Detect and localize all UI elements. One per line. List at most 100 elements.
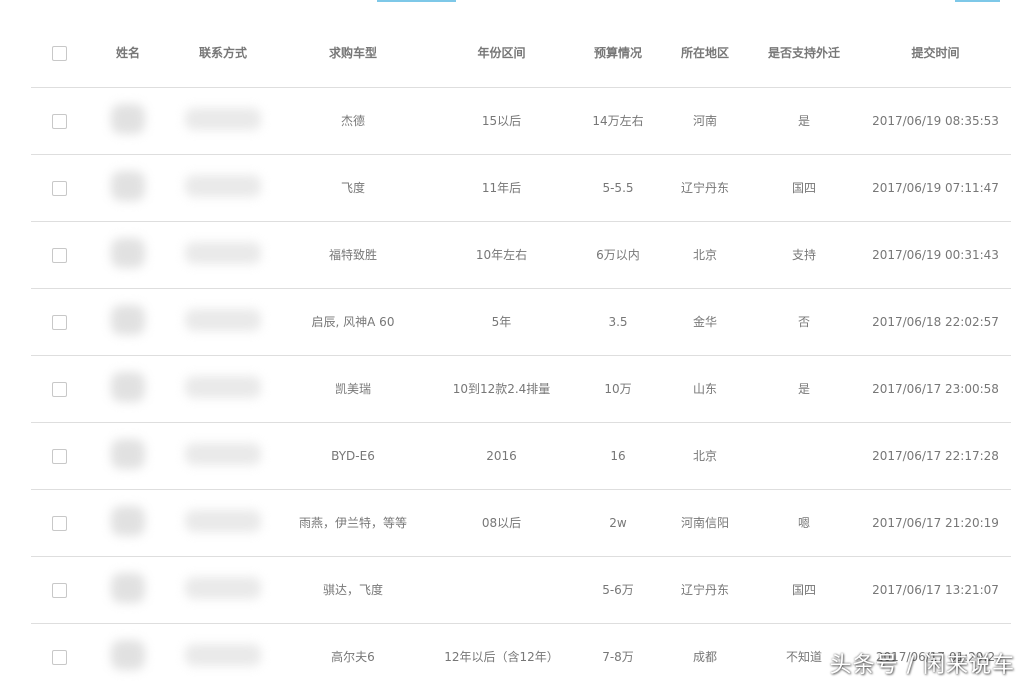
blurred-contact: [185, 375, 261, 398]
row-checkbox[interactable]: [51, 582, 67, 598]
cell-submit-time: 2017/06/18 22:02:57: [860, 288, 1011, 356]
header-car-model[interactable]: 求购车型: [277, 20, 429, 88]
top-tab-indicator-right: [955, 0, 1000, 2]
cell-region: 北京: [662, 221, 748, 289]
row-checkbox[interactable]: [51, 113, 67, 129]
select-all-checkbox[interactable]: [51, 46, 67, 61]
cell-year-range: [429, 556, 574, 624]
blurred-contact: [185, 643, 261, 666]
table-row[interactable]: 雨燕，伊兰特，等等 08以后 2w 河南信阳 嗯 2017/06/17 21:2…: [31, 489, 1011, 557]
blurred-name: [111, 103, 145, 134]
cell-region: 河南信阳: [662, 489, 748, 557]
cell-car-model: BYD-E6: [277, 422, 429, 490]
cell-region: 山东: [662, 355, 748, 423]
blurred-contact: [185, 241, 261, 264]
row-checkbox[interactable]: [51, 247, 67, 263]
blurred-contact: [185, 442, 261, 465]
header-budget[interactable]: 预算情况: [574, 20, 662, 88]
table-row[interactable]: 飞度 11年后 5-5.5 辽宁丹东 国四 2017/06/19 07:11:4…: [31, 154, 1011, 222]
cell-migration: 嗯: [748, 489, 860, 557]
row-checkbox[interactable]: [51, 180, 67, 196]
cell-budget: 7-8万: [574, 623, 662, 687]
blurred-contact: [185, 107, 261, 130]
table-row[interactable]: 杰德 15以后 14万左右 河南 是 2017/06/19 08:35:53: [31, 87, 1011, 155]
table-row[interactable]: BYD-E6 2016 16 北京 2017/06/17 22:17:28: [31, 422, 1011, 490]
cell-budget: 3.5: [574, 288, 662, 356]
header-select-all: [31, 20, 87, 88]
page: 姓名 联系方式 求购车型 年份区间 预算情况 所在地区 是否支持外迁 提交时间 …: [0, 0, 1027, 687]
header-migration[interactable]: 是否支持外迁: [748, 20, 860, 88]
row-checkbox[interactable]: [51, 381, 67, 397]
header-contact[interactable]: 联系方式: [169, 20, 277, 88]
cell-car-model: 飞度: [277, 154, 429, 222]
header-region[interactable]: 所在地区: [662, 20, 748, 88]
row-checkbox[interactable]: [51, 515, 67, 531]
blurred-name: [111, 237, 145, 268]
blurred-contact: [185, 576, 261, 599]
cell-migration: 支持: [748, 221, 860, 289]
table-header-row: 姓名 联系方式 求购车型 年份区间 预算情况 所在地区 是否支持外迁 提交时间: [31, 20, 1011, 88]
cell-submit-time: 2017/06/17 13:21:07: [860, 556, 1011, 624]
row-checkbox[interactable]: [51, 649, 67, 665]
purchase-request-table: 姓名 联系方式 求购车型 年份区间 预算情况 所在地区 是否支持外迁 提交时间 …: [31, 20, 1011, 687]
cell-year-range: 5年: [429, 288, 574, 356]
cell-migration: 国四: [748, 556, 860, 624]
blurred-contact: [185, 509, 261, 532]
blurred-contact: [185, 308, 261, 331]
row-checkbox[interactable]: [51, 448, 67, 464]
table-row[interactable]: 启辰, 风神A 60 5年 3.5 金华 否 2017/06/18 22:02:…: [31, 288, 1011, 356]
blurred-name: [111, 505, 145, 536]
cell-migration: 国四: [748, 154, 860, 222]
cell-budget: 2w: [574, 489, 662, 557]
table-row[interactable]: 福特致胜 10年左右 6万以内 北京 支持 2017/06/19 00:31:4…: [31, 221, 1011, 289]
cell-migration: 是: [748, 355, 860, 423]
cell-region: 辽宁丹东: [662, 556, 748, 624]
cell-budget: 14万左右: [574, 87, 662, 155]
cell-region: 北京: [662, 422, 748, 490]
cell-budget: 6万以内: [574, 221, 662, 289]
top-tab-indicator: [377, 0, 456, 2]
cell-car-model: 凯美瑞: [277, 355, 429, 423]
cell-year-range: 10到12款2.4排量: [429, 355, 574, 423]
cell-year-range: 15以后: [429, 87, 574, 155]
blurred-name: [111, 304, 145, 335]
cell-car-model: 福特致胜: [277, 221, 429, 289]
cell-region: 辽宁丹东: [662, 154, 748, 222]
table-row[interactable]: 骐达，飞度 5-6万 辽宁丹东 国四 2017/06/17 13:21:07: [31, 556, 1011, 624]
cell-year-range: 2016: [429, 422, 574, 490]
cell-car-model: 启辰, 风神A 60: [277, 288, 429, 356]
table-body: 杰德 15以后 14万左右 河南 是 2017/06/19 08:35:53 飞…: [31, 87, 1011, 687]
row-checkbox[interactable]: [51, 314, 67, 330]
cell-year-range: 11年后: [429, 154, 574, 222]
header-name[interactable]: 姓名: [87, 20, 169, 88]
header-submit-time[interactable]: 提交时间: [860, 20, 1011, 88]
blurred-name: [111, 639, 145, 670]
cell-migration: 否: [748, 288, 860, 356]
cell-budget: 16: [574, 422, 662, 490]
header-year-range[interactable]: 年份区间: [429, 20, 574, 88]
cell-budget: 10万: [574, 355, 662, 423]
cell-budget: 5-5.5: [574, 154, 662, 222]
cell-region: 成都: [662, 623, 748, 687]
watermark-text: 头条号 / 闲来说车: [829, 653, 1015, 678]
cell-car-model: 雨燕，伊兰特，等等: [277, 489, 429, 557]
cell-region: 河南: [662, 87, 748, 155]
table-row[interactable]: 凯美瑞 10到12款2.4排量 10万 山东 是 2017/06/17 23:0…: [31, 355, 1011, 423]
blurred-contact: [185, 174, 261, 197]
cell-car-model: 骐达，飞度: [277, 556, 429, 624]
cell-year-range: 08以后: [429, 489, 574, 557]
blurred-name: [111, 170, 145, 201]
cell-submit-time: 2017/06/17 21:20:19: [860, 489, 1011, 557]
cell-year-range: 10年左右: [429, 221, 574, 289]
cell-submit-time: 2017/06/17 22:17:28: [860, 422, 1011, 490]
cell-submit-time: 2017/06/19 07:11:47: [860, 154, 1011, 222]
blurred-name: [111, 572, 145, 603]
cell-car-model: 高尔夫6: [277, 623, 429, 687]
cell-submit-time: 2017/06/19 00:31:43: [860, 221, 1011, 289]
cell-year-range: 12年以后（含12年）: [429, 623, 574, 687]
cell-car-model: 杰德: [277, 87, 429, 155]
cell-region: 金华: [662, 288, 748, 356]
cell-submit-time: 2017/06/17 23:00:58: [860, 355, 1011, 423]
cell-migration: [748, 422, 860, 490]
cell-migration: 是: [748, 87, 860, 155]
